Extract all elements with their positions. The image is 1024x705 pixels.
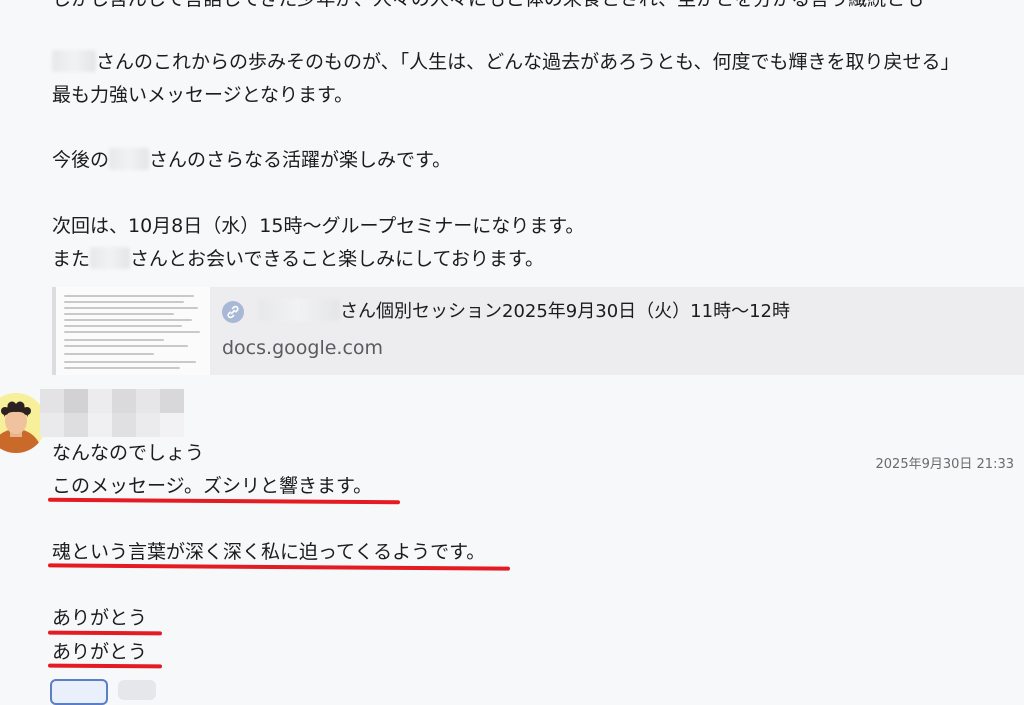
link-title[interactable]: さん個別セッション2025年9月30日（火）11時〜12時 [258, 299, 790, 325]
message-line: 最も力強いメッセージとなります。 [52, 84, 354, 106]
redacted-name [109, 148, 150, 170]
add-reaction-button[interactable] [118, 680, 156, 700]
red-underline [47, 663, 163, 669]
message-line: ありがとう [52, 641, 148, 663]
red-underline [47, 630, 163, 636]
message-line: 次回は、10月8日（水）15時〜グループセミナーになります。 [52, 215, 585, 237]
message-line: ありがとう [52, 607, 148, 629]
redacted-name [258, 299, 340, 321]
message-line: 魂という言葉が深く深く私に迫ってくるようです。 [52, 541, 486, 563]
document-thumbnail[interactable] [56, 287, 210, 375]
cut-off-line: しかし含んして言語してきた少年が、人々の人々にもこ体の来食とされ、至かとを分かる… [52, 0, 924, 12]
link-preview-card[interactable]: さん個別セッション2025年9月30日（火）11時〜12時 docs.googl… [52, 287, 1024, 375]
message-line: このメッセージ。ズシリと響きます。 [52, 475, 373, 497]
reaction-button[interactable] [50, 679, 108, 705]
message-timestamp[interactable]: 2025年9月30日 21:33 [876, 453, 1015, 472]
redacted-name [52, 50, 96, 72]
message-line: なんなのでしょう [52, 442, 205, 464]
link-icon [222, 301, 244, 323]
message-paragraph: さんのこれからの歩みそのものが、「人生は、どんな過去があろうとも、何度でも輝きを… [52, 49, 960, 75]
redacted-name [90, 247, 131, 269]
message-paragraph: 今後の さんのさらなる活躍が楽しみです。 [52, 148, 452, 171]
sender-name-redacted[interactable] [40, 389, 190, 439]
message-line: また さんとお会いできること楽しみにしております。 [52, 247, 545, 270]
link-domain: docs.google.com [222, 337, 384, 359]
